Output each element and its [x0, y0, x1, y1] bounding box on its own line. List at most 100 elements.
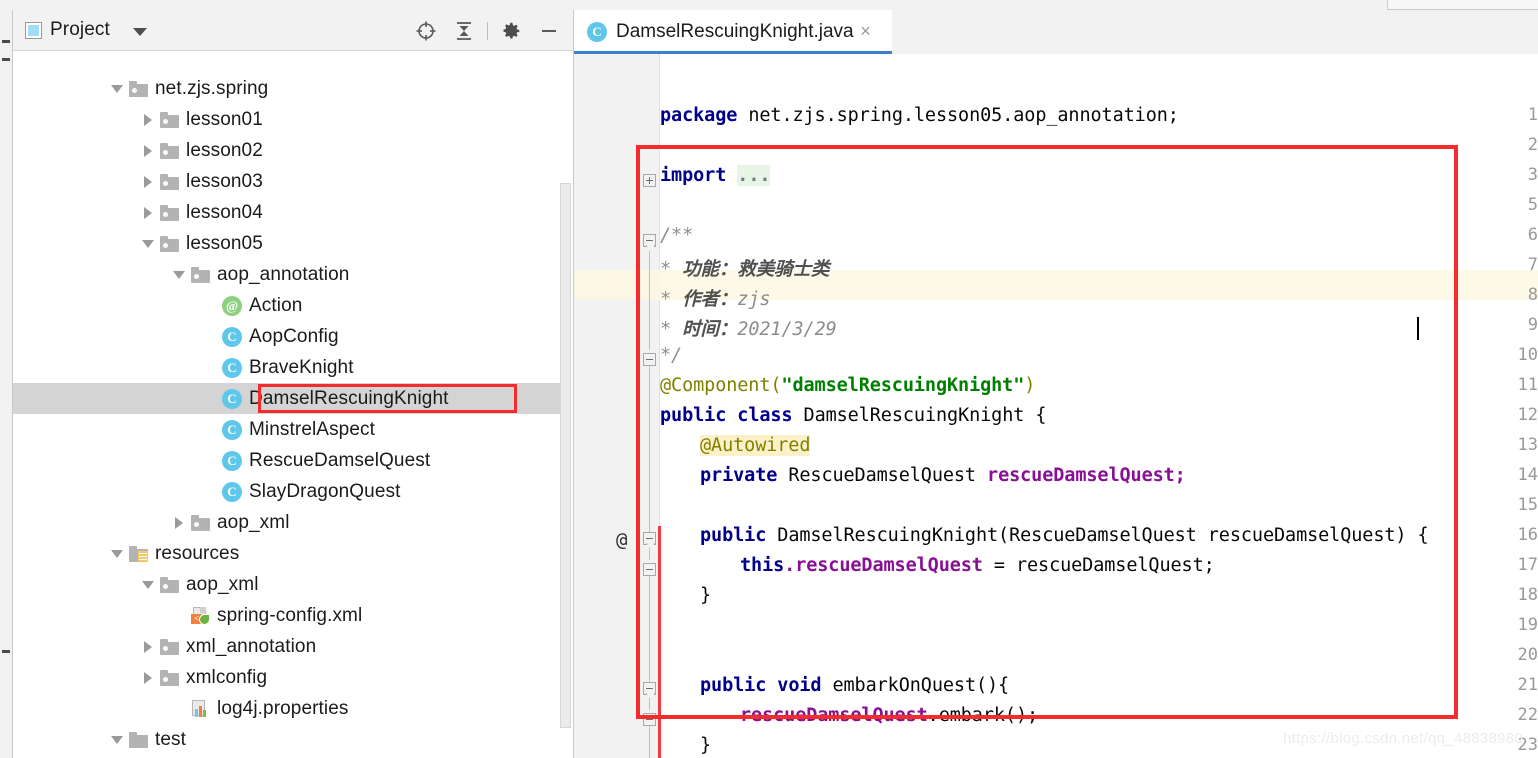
tree-item-lesson04[interactable]: lesson04	[13, 197, 574, 228]
tree-item-rescuedamselquest[interactable]: C RescueDamselQuest	[13, 445, 574, 476]
tree-twisty-open-icon[interactable]	[167, 259, 191, 290]
chevron-down-icon[interactable]	[133, 28, 147, 36]
fold-expand-import-icon[interactable]	[643, 174, 656, 187]
keyword-this: this	[740, 555, 785, 576]
xmlconfig-folder-icon	[160, 669, 179, 686]
chevron-right-icon	[144, 175, 152, 188]
tree-item-icon-wrap	[191, 699, 210, 718]
keyword-import: import	[660, 165, 727, 186]
tree-item-braveknight[interactable]: C BraveKnight	[13, 352, 574, 383]
tree-item-lesson01[interactable]: lesson01	[13, 104, 574, 135]
tree-item-resources[interactable]: resources	[13, 538, 574, 569]
tree-twisty-open-icon[interactable]	[105, 73, 129, 104]
tree-item-aopconfig[interactable]: C AopConfig	[13, 321, 574, 352]
chevron-right-icon	[144, 144, 152, 157]
tree-twisty-closed-icon[interactable]	[136, 197, 160, 228]
tree-item-aop-xml[interactable]: aop_xml	[13, 507, 574, 538]
tree-twisty-open-icon[interactable]	[136, 228, 160, 259]
assignment-rhs: = rescueDamselQuest;	[982, 555, 1215, 576]
bean-scope-marker	[658, 526, 661, 758]
tree-item-icon-wrap: C	[222, 419, 242, 440]
tree-item-icon-wrap	[129, 545, 148, 562]
fold-collapse-constructor-icon[interactable]	[643, 532, 656, 549]
code-line-23: }	[700, 735, 711, 756]
tree-item-log4j-properties[interactable]: log4j.properties	[13, 693, 574, 724]
tree-item-icon-wrap: C	[222, 481, 242, 502]
fold-collapse-method-icon[interactable]	[643, 682, 656, 699]
spring-bean-gutter-icon[interactable]: @	[616, 529, 627, 551]
tree-item-label: SlayDragonQuest	[249, 480, 401, 502]
chevron-right-icon	[144, 671, 152, 684]
line-number: 12	[1517, 405, 1538, 425]
tree-item-lesson02[interactable]: lesson02	[13, 135, 574, 166]
java-class-icon: C	[222, 450, 242, 471]
tree-item-label: aop_annotation	[217, 263, 350, 285]
tree-item-label: lesson04	[186, 201, 263, 223]
tree-item-xml-annotation[interactable]: xml_annotation	[13, 631, 574, 662]
tree-item-icon-wrap: C	[222, 450, 242, 471]
minimize-icon[interactable]	[530, 18, 568, 44]
tree-item-net-zjs-spring[interactable]: net.zjs.spring	[13, 73, 574, 104]
javadoc-star-8: *	[660, 289, 672, 310]
editor-gutter[interactable]	[574, 54, 643, 758]
project-tree[interactable]: net.zjs.spring lesson01 lesson02 lesson03 le…	[13, 51, 574, 758]
tool-window-stripe[interactable]	[0, 10, 13, 758]
line-number: 2	[1527, 135, 1538, 155]
tree-twisty-closed-icon[interactable]	[136, 631, 160, 662]
tree-twisty-closed-icon[interactable]	[136, 135, 160, 166]
project-scrollbar-track[interactable]	[560, 51, 573, 758]
fold-end-constructor-icon[interactable]	[643, 559, 656, 576]
tree-twisty-open-icon[interactable]	[105, 538, 129, 569]
collapse-all-icon[interactable]	[445, 18, 483, 44]
chevron-down-icon	[111, 84, 123, 93]
tree-twisty-open-icon[interactable]	[136, 569, 160, 600]
javadoc-time-label: 时间：	[682, 319, 738, 340]
tree-twisty-closed-icon[interactable]	[136, 662, 160, 693]
project-panel-header: Project	[13, 10, 574, 51]
chevron-right-icon	[144, 640, 152, 653]
constructor-signature: DamselRescuingKnight(RescueDamselQuest r…	[777, 525, 1429, 546]
tree-item-label: xml_annotation	[186, 635, 317, 657]
tree-item-icon-wrap	[160, 576, 179, 593]
folded-imports-placeholder[interactable]: ...	[737, 165, 771, 186]
tree-twisty-closed-icon[interactable]	[136, 166, 160, 197]
tree-item-label: BraveKnight	[249, 356, 354, 378]
tree-item-spring-config-xml[interactable]: < spring-config.xml	[13, 600, 574, 631]
chevron-right-icon	[175, 516, 183, 529]
annotation-component-end: )	[1024, 375, 1036, 396]
call-target-field: rescueDamselQuest	[740, 705, 928, 726]
project-scrollbar-thumb[interactable]	[560, 183, 571, 728]
tree-item-lesson03[interactable]: lesson03	[13, 166, 574, 197]
line-number: 19	[1517, 615, 1538, 635]
locate-in-tree-icon[interactable]	[407, 18, 445, 44]
tree-item-minstrelaspect[interactable]: C MinstrelAspect	[13, 414, 574, 445]
tree-item-lesson05[interactable]: lesson05	[13, 228, 574, 259]
gear-icon[interactable]	[492, 18, 530, 44]
tree-item-aop-xml[interactable]: aop_xml	[13, 569, 574, 600]
tree-item-aop-annotation[interactable]: aop_annotation	[13, 259, 574, 290]
annotation-component-arg: "damselRescuingKnight"	[781, 375, 1025, 396]
tree-item-label: lesson05	[186, 232, 263, 254]
tree-item-action[interactable]: @ Action	[13, 290, 574, 321]
tree-item-xmlconfig[interactable]: xmlconfig	[13, 662, 574, 693]
tree-item-damselrescuingknight[interactable]: C DamselRescuingKnight	[13, 383, 574, 414]
tree-item-icon-wrap	[160, 638, 179, 655]
tree-item-label: DamselRescuingKnight	[249, 387, 449, 409]
tree-twisty-closed-icon[interactable]	[136, 104, 160, 135]
tab-damselrescuingknight-java[interactable]: C DamselRescuingKnight.java ×	[574, 10, 892, 54]
close-icon[interactable]: ×	[857, 22, 874, 40]
code-editor[interactable]: 1235678910111213141516171819202122232425…	[574, 54, 1538, 758]
tree-twisty-closed-icon[interactable]	[167, 507, 191, 538]
tree-item-slaydragonquest[interactable]: C SlayDragonQuest	[13, 476, 574, 507]
project-panel-title: Project	[50, 19, 110, 40]
tree-twisty-empty	[198, 414, 222, 445]
fold-end-javadoc-icon[interactable]	[643, 349, 656, 366]
tree-twisty-open-icon[interactable]	[105, 724, 129, 755]
tree-item-label: AopConfig	[249, 325, 339, 347]
tree-item-test[interactable]: test	[13, 724, 574, 755]
fold-end-method-icon[interactable]	[643, 709, 656, 726]
code-line-16: public DamselRescuingKnight(RescueDamsel…	[700, 525, 1429, 546]
line-number: 18	[1517, 585, 1538, 605]
code-line-11: @Component("damselRescuingKnight")	[660, 375, 1035, 396]
fold-collapse-javadoc-icon[interactable]	[643, 234, 656, 251]
